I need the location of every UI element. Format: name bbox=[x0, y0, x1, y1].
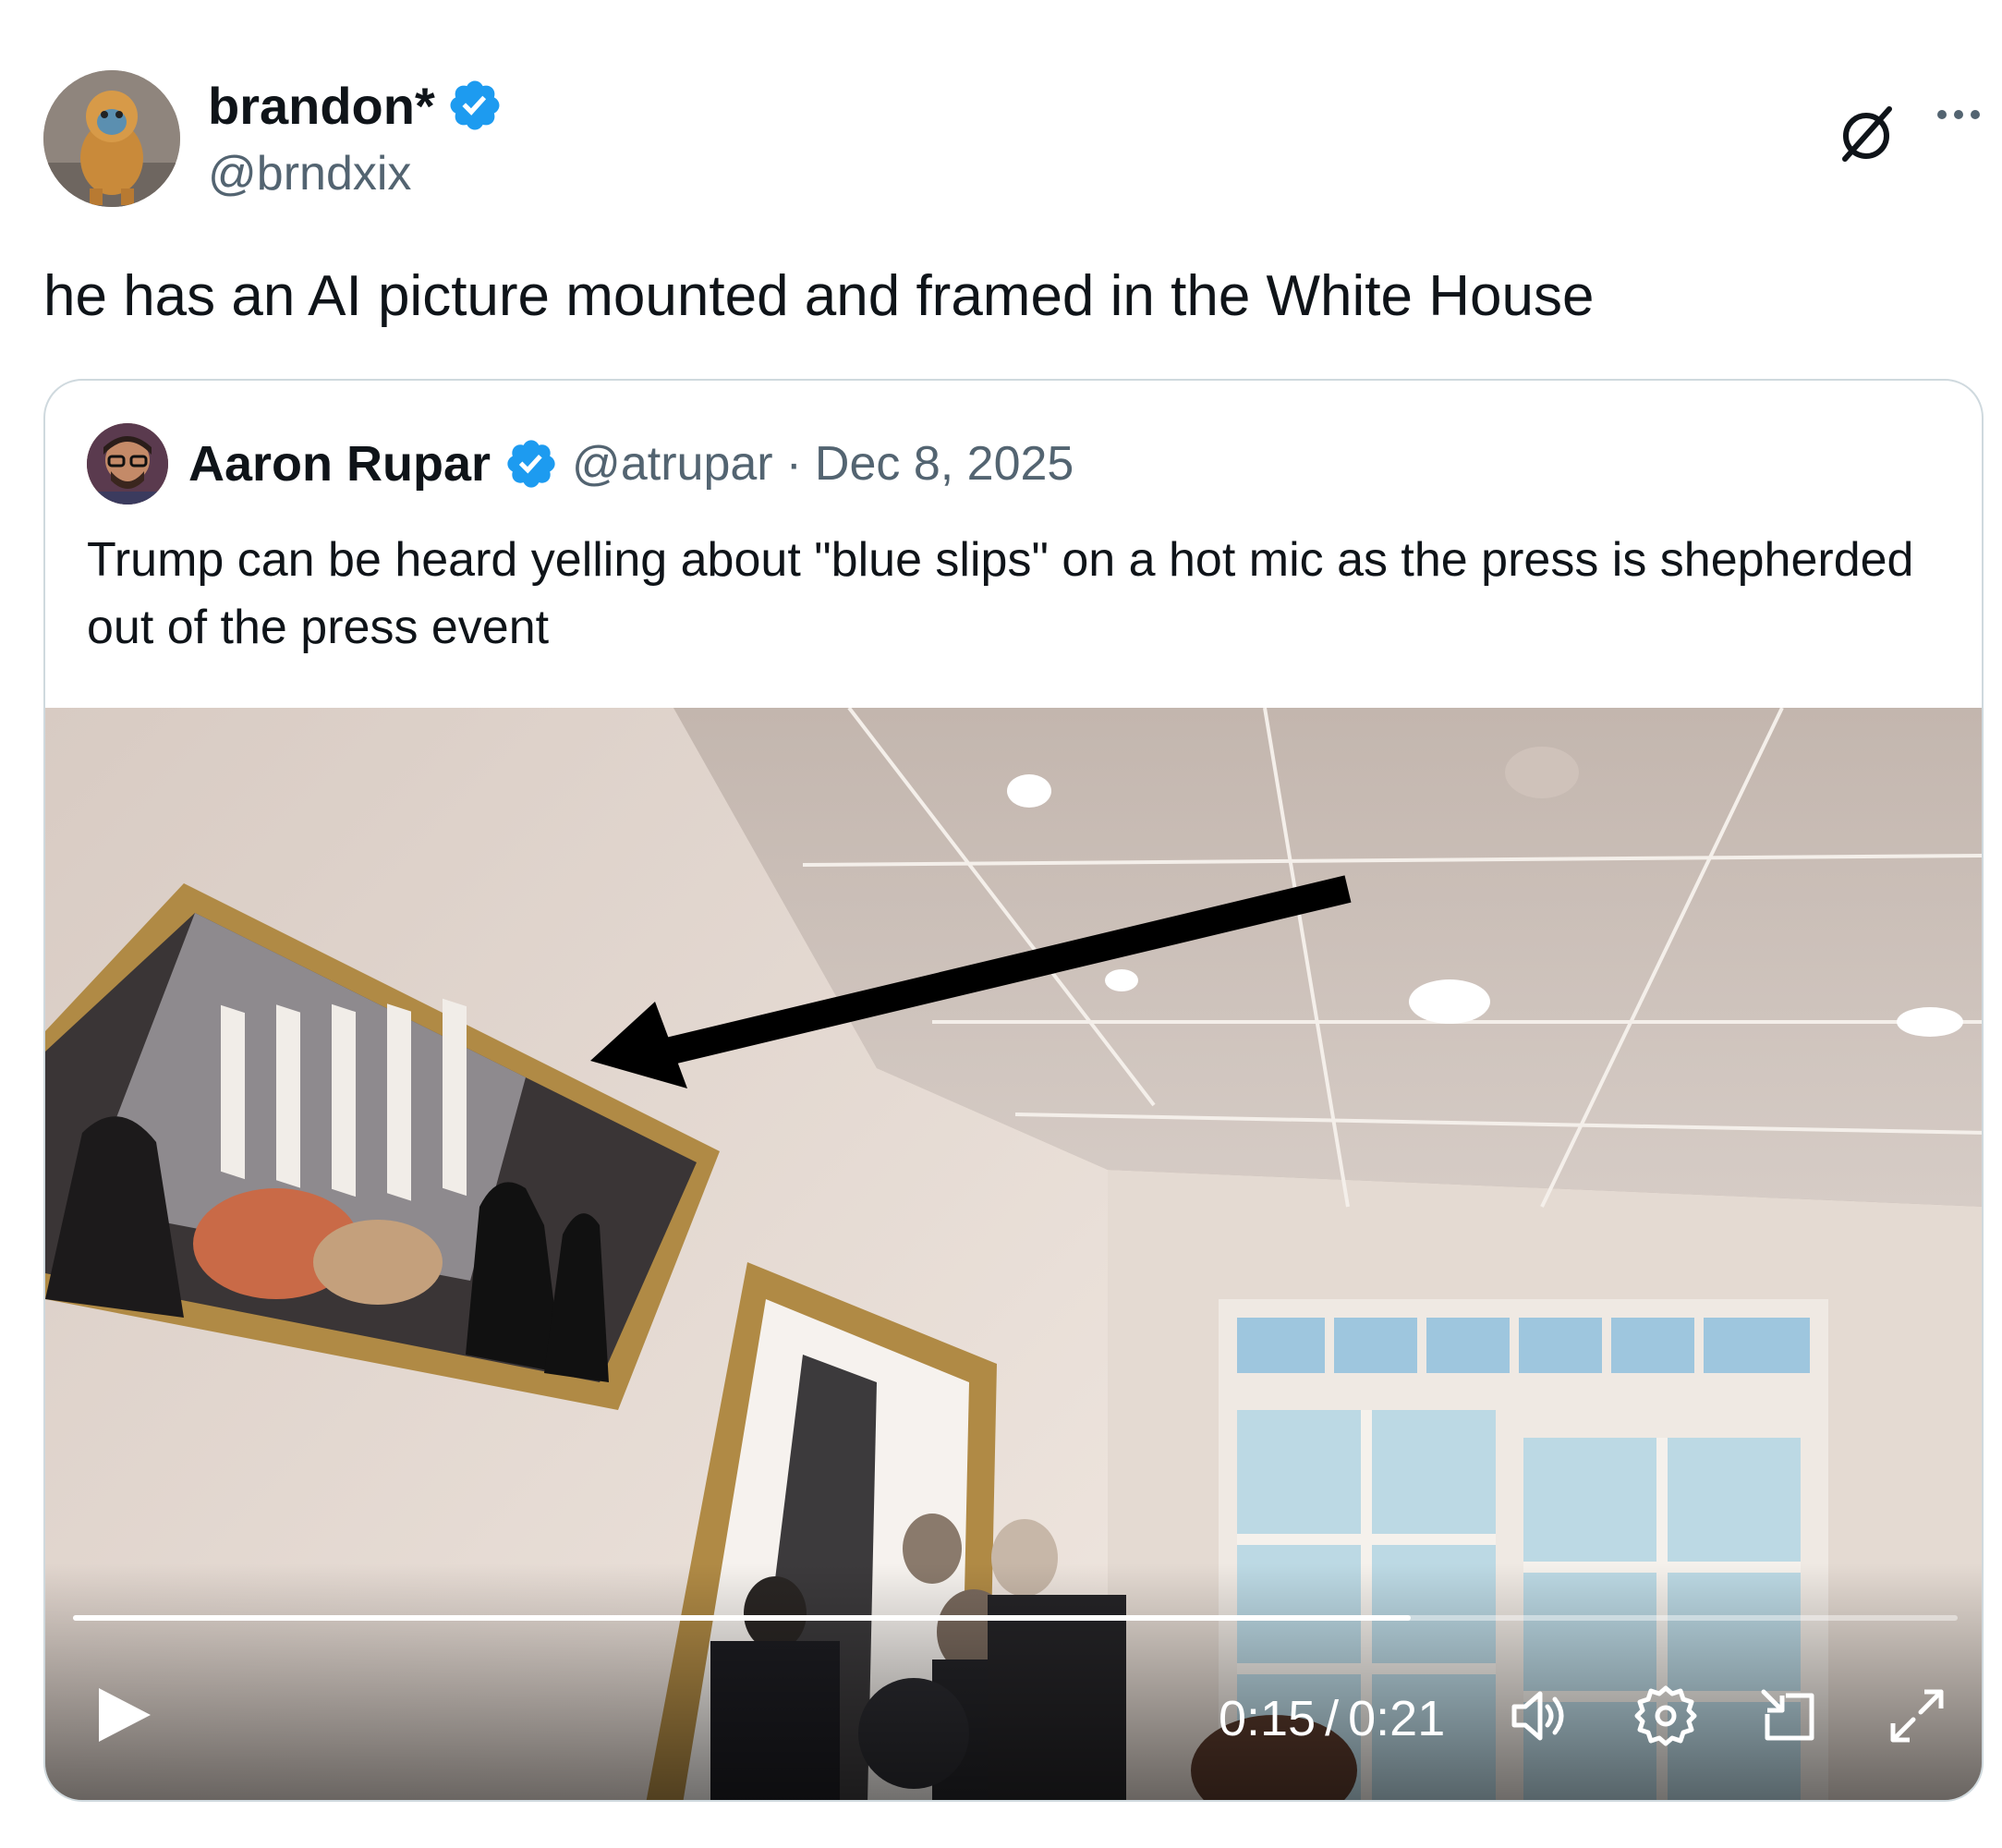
video-player[interactable]: 0:15 / 0:21 bbox=[45, 708, 1982, 1800]
video-time: 0:15 / 0:21 bbox=[1219, 1690, 1445, 1747]
more-dot bbox=[1937, 110, 1947, 119]
quoted-avatar-image bbox=[87, 423, 168, 505]
meta-separator: · bbox=[785, 437, 802, 491]
video-progress-bar[interactable] bbox=[73, 1615, 1958, 1621]
grok-icon[interactable] bbox=[1834, 102, 1899, 166]
quoted-author-avatar[interactable] bbox=[87, 423, 168, 505]
verified-badge-icon[interactable] bbox=[446, 77, 504, 134]
quoted-author-handle[interactable]: @atrupar bbox=[572, 436, 773, 492]
more-dot bbox=[1971, 110, 1980, 119]
quoted-post-text: Trump can be heard yelling about "blue s… bbox=[87, 533, 1914, 654]
quoted-post-card[interactable]: Aaron Rupar @atrupar · Dec 8, 2025 Trump… bbox=[43, 379, 1984, 1802]
volume-icon[interactable] bbox=[1505, 1683, 1571, 1749]
author-name[interactable]: brandon* bbox=[208, 76, 435, 136]
avatar-image bbox=[43, 70, 180, 207]
verified-badge-icon[interactable] bbox=[504, 436, 559, 492]
video-progress-fill bbox=[73, 1615, 1412, 1621]
fullscreen-icon[interactable] bbox=[1884, 1683, 1950, 1749]
more-icon[interactable] bbox=[1926, 96, 1991, 133]
current-time: 0:15 bbox=[1219, 1691, 1316, 1746]
author-avatar[interactable] bbox=[43, 70, 180, 207]
post-text: he has an AI picture mounted and framed … bbox=[43, 264, 1595, 328]
quoted-post-date[interactable]: Dec 8, 2025 bbox=[815, 436, 1074, 492]
more-dot bbox=[1954, 110, 1963, 119]
play-icon[interactable] bbox=[91, 1683, 156, 1747]
author-handle[interactable]: @brndxix bbox=[208, 146, 411, 201]
time-separator: / bbox=[1325, 1691, 1340, 1746]
duration: 0:21 bbox=[1348, 1691, 1446, 1746]
quoted-author-name[interactable]: Aaron Rupar bbox=[188, 435, 491, 492]
quoted-post-header: Aaron Rupar @atrupar · Dec 8, 2025 bbox=[87, 422, 1074, 505]
settings-icon[interactable] bbox=[1632, 1683, 1699, 1749]
author-name-row: brandon* bbox=[208, 72, 504, 139]
picture-in-picture-icon[interactable] bbox=[1754, 1683, 1821, 1749]
